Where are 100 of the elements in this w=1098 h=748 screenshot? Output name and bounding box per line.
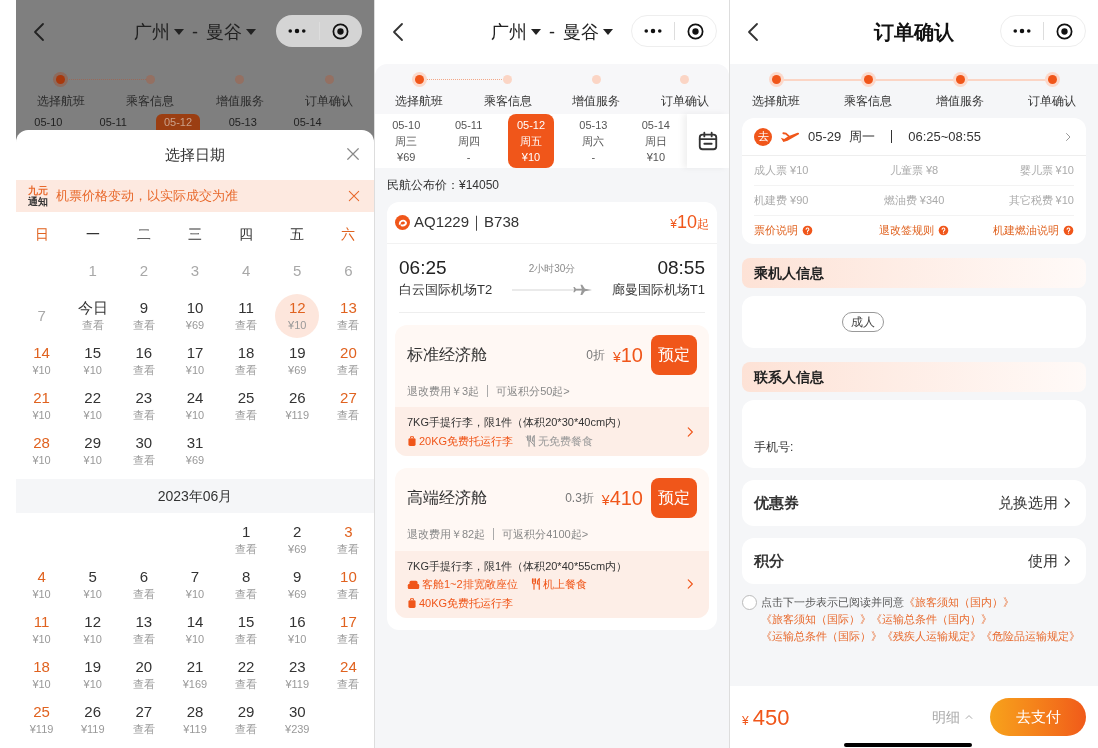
calendar-day[interactable]: 12 ¥10 bbox=[70, 607, 115, 652]
more-icon[interactable] bbox=[643, 28, 662, 34]
calendar-day[interactable]: 15 查看 bbox=[224, 607, 269, 652]
calendar-day[interactable]: 17 查看 bbox=[326, 607, 371, 652]
calendar-day[interactable]: 21 ¥169 bbox=[173, 652, 217, 697]
perk-text: 40KG免费托运行李 bbox=[419, 595, 514, 611]
caret-icon bbox=[246, 29, 256, 35]
baggage-text: 7KG手提行李，限1件（体积20*40*55cm内） bbox=[407, 558, 629, 574]
calendar-day[interactable]: 10 查看 bbox=[326, 562, 371, 607]
date-tab[interactable]: 05-10 周三 ¥69 bbox=[383, 114, 430, 168]
agree-checkbox[interactable] bbox=[742, 595, 757, 610]
calendar-day[interactable]: 28 ¥119 bbox=[173, 697, 217, 742]
calendar-day[interactable]: 10 ¥69 bbox=[173, 293, 217, 338]
target-icon[interactable] bbox=[685, 21, 705, 41]
info-link[interactable]: 机建燃油说明 bbox=[993, 221, 1074, 239]
city-dropdown[interactable]: 曼谷 bbox=[206, 18, 256, 46]
step-label: 乘客信息 bbox=[844, 93, 892, 110]
field-label: 手机号: bbox=[754, 439, 794, 456]
date-tab[interactable]: 05-14 周日 ¥10 bbox=[632, 114, 679, 168]
calendar-day[interactable]: 3 查看 bbox=[326, 517, 371, 562]
calendar-day[interactable]: 27 查看 bbox=[326, 383, 371, 428]
close-icon[interactable] bbox=[346, 188, 362, 204]
city-dropdown[interactable]: 曼谷 bbox=[563, 18, 613, 46]
target-icon[interactable] bbox=[1054, 21, 1074, 41]
calendar-day[interactable]: 今日 查看 bbox=[70, 293, 115, 338]
calendar-day[interactable]: 22 ¥10 bbox=[70, 383, 115, 428]
calendar-day[interactable]: 9 查看 bbox=[121, 293, 166, 338]
calendar-day[interactable]: 29 查看 bbox=[224, 697, 269, 742]
more-icon[interactable] bbox=[1012, 28, 1031, 34]
calendar-day: 2 bbox=[121, 248, 166, 293]
calendar-day[interactable]: 19 ¥10 bbox=[70, 652, 115, 697]
calendar-day[interactable]: 19 ¥69 bbox=[275, 338, 320, 383]
calendar-day: 4 bbox=[224, 248, 269, 293]
question-icon bbox=[938, 224, 949, 236]
calendar-day[interactable]: 5 ¥10 bbox=[70, 562, 115, 607]
calendar-day[interactable]: 11 ¥10 bbox=[19, 607, 64, 652]
date-tab[interactable]: 05-11 bbox=[91, 114, 135, 130]
calendar-day[interactable]: 31 ¥69 bbox=[173, 428, 217, 473]
calendar-day[interactable]: 20 查看 bbox=[326, 338, 371, 383]
calendar-day[interactable]: 24 查看 bbox=[326, 652, 371, 697]
calendar-day[interactable]: 7 ¥10 bbox=[173, 562, 217, 607]
weekday-label: 四 bbox=[238, 224, 255, 244]
calendar-day[interactable]: 25 查看 bbox=[224, 383, 269, 428]
option-label: 优惠券 bbox=[754, 492, 799, 513]
option-link[interactable]: 使用 bbox=[1028, 549, 1074, 573]
calendar-icon[interactable] bbox=[697, 130, 720, 152]
notice-label: 九元 通知 bbox=[28, 185, 48, 207]
calendar-day[interactable]: 13 查看 bbox=[326, 293, 371, 338]
points-text: 可返积分4100起> bbox=[502, 527, 589, 542]
city-dropdown[interactable]: 广州 bbox=[134, 18, 184, 46]
step-label: 选择航班 bbox=[752, 93, 800, 110]
calendar-day[interactable]: 11 查看 bbox=[224, 293, 269, 338]
calendar-day[interactable]: 29 ¥10 bbox=[70, 428, 115, 473]
calendar-day[interactable]: 14 ¥10 bbox=[19, 338, 64, 383]
calendar-day: 3 bbox=[173, 248, 217, 293]
step-label: 增值服务 bbox=[936, 93, 984, 110]
date-tab[interactable]: 05-13 bbox=[220, 114, 265, 130]
fare-text: 婴儿票 ¥10 bbox=[1019, 163, 1074, 179]
calendar-day[interactable]: 22 查看 bbox=[224, 652, 269, 697]
calendar-day[interactable]: 23 ¥119 bbox=[275, 652, 320, 697]
calendar-day[interactable]: 9 ¥69 bbox=[275, 562, 320, 607]
calendar-day[interactable]: 14 ¥10 bbox=[173, 607, 217, 652]
calendar-day[interactable]: 17 ¥10 bbox=[173, 338, 217, 383]
step-label: 乘客信息 bbox=[126, 93, 175, 110]
calendar-day[interactable]: 1 查看 bbox=[224, 517, 269, 562]
calendar-day[interactable]: 4 ¥10 bbox=[19, 562, 64, 607]
calendar-day[interactable]: 24 ¥10 bbox=[173, 383, 217, 428]
calendar-day[interactable]: 18 ¥10 bbox=[19, 652, 64, 697]
calendar-day[interactable]: 23 查看 bbox=[121, 383, 166, 428]
calendar-day[interactable]: 21 ¥10 bbox=[19, 383, 64, 428]
calendar-day[interactable]: 28 ¥10 bbox=[19, 428, 64, 473]
city-dropdown[interactable]: 广州 bbox=[491, 18, 541, 46]
calendar-day[interactable]: 26 ¥119 bbox=[275, 383, 320, 428]
calendar-day[interactable]: 25 ¥119 bbox=[19, 697, 64, 742]
calendar-day[interactable]: 16 ¥10 bbox=[275, 607, 320, 652]
info-link[interactable]: 票价说明 bbox=[754, 221, 813, 239]
calendar-day[interactable]: 6 查看 bbox=[121, 562, 166, 607]
calendar-day[interactable]: 15 ¥10 bbox=[70, 338, 115, 383]
weekday-label: 日 bbox=[33, 224, 50, 244]
calendar-day[interactable]: 18 查看 bbox=[224, 338, 269, 383]
date-tab[interactable]: 05-13 周六 - bbox=[570, 114, 617, 168]
calendar-day[interactable]: 30 ¥239 bbox=[275, 697, 320, 742]
date-tab[interactable]: 05-14 bbox=[285, 114, 330, 130]
option-link[interactable]: 兑换选用 bbox=[998, 491, 1074, 515]
date-tab[interactable]: 05-10 bbox=[26, 114, 71, 130]
close-icon[interactable] bbox=[344, 145, 362, 163]
calendar-day[interactable]: 8 查看 bbox=[224, 562, 269, 607]
calendar-day[interactable]: 13 查看 bbox=[121, 607, 166, 652]
more-icon[interactable] bbox=[288, 28, 307, 34]
calendar-day[interactable]: 2 ¥69 bbox=[275, 517, 320, 562]
month-title: 2023年06月 bbox=[16, 479, 374, 513]
calendar-day[interactable]: 27 查看 bbox=[121, 697, 166, 742]
date-tab[interactable]: 05-11 周四 - bbox=[445, 114, 492, 168]
departure-time: 06:25 bbox=[399, 256, 448, 280]
calendar-day[interactable]: 16 查看 bbox=[121, 338, 166, 383]
calendar-day[interactable]: 20 查看 bbox=[121, 652, 166, 697]
target-icon[interactable] bbox=[331, 21, 351, 41]
calendar-day[interactable]: 26 ¥119 bbox=[70, 697, 115, 742]
calendar-day[interactable]: 30 查看 bbox=[121, 428, 166, 473]
info-link[interactable]: 退改签规则 bbox=[879, 221, 949, 239]
